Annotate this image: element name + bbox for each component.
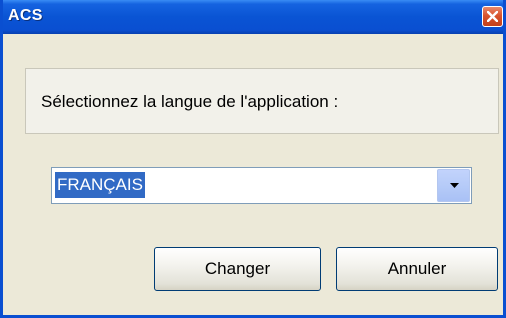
title-bar[interactable]: ACS (3, 0, 503, 34)
close-icon (487, 11, 498, 22)
window-title: ACS (8, 7, 43, 24)
cancel-button[interactable]: Annuler (336, 247, 498, 291)
language-dropdown[interactable]: FRANÇAIS (51, 167, 472, 204)
prompt-panel: Sélectionnez la langue de l'application … (25, 68, 499, 134)
dropdown-arrow-button[interactable] (437, 169, 470, 202)
close-button[interactable] (482, 6, 503, 27)
chevron-down-icon (450, 183, 459, 188)
language-selected-value[interactable]: FRANÇAIS (55, 172, 145, 198)
language-prompt-label: Sélectionnez la langue de l'application … (41, 92, 339, 111)
change-button[interactable]: Changer (154, 247, 321, 291)
language-dialog: ACS Sélectionnez la langue de l'applicat… (0, 0, 506, 318)
